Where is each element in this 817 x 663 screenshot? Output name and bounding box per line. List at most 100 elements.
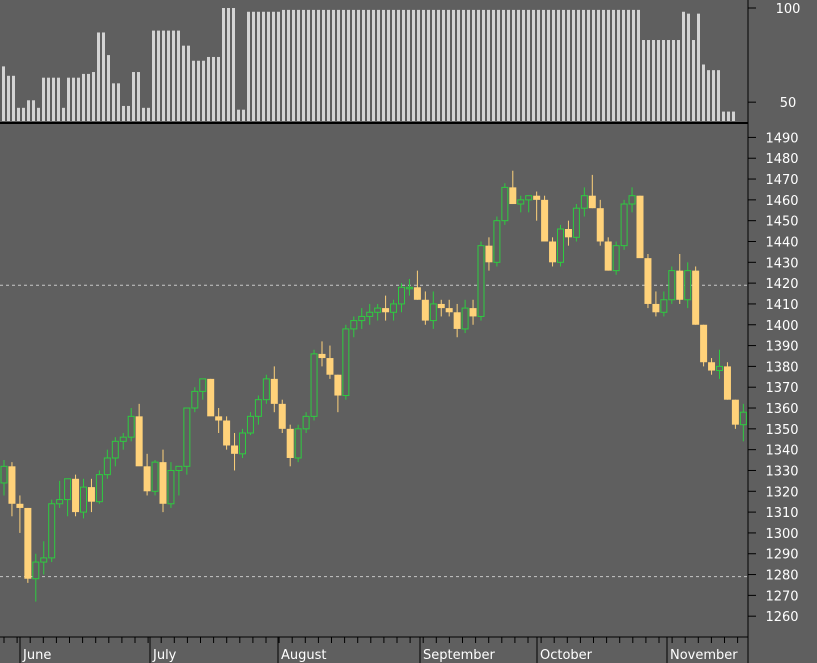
oscillator-bar bbox=[262, 11, 265, 122]
candle-body bbox=[207, 378, 215, 417]
candle-body bbox=[541, 199, 549, 242]
candle bbox=[151, 460, 159, 496]
candle bbox=[80, 478, 87, 519]
candle-body bbox=[692, 270, 700, 325]
price-tick-label: 1410 bbox=[765, 298, 798, 313]
candle bbox=[493, 216, 501, 267]
candle-body bbox=[159, 462, 167, 504]
x-month-label: October bbox=[540, 648, 593, 663]
candle bbox=[700, 324, 708, 367]
oscillator-bar bbox=[547, 9, 550, 122]
oscillator-bar bbox=[627, 9, 630, 122]
candle-body bbox=[716, 365, 723, 372]
oscillator-bar bbox=[562, 9, 565, 122]
oscillator-bar bbox=[107, 55, 110, 122]
oscillator-bar bbox=[77, 77, 80, 121]
candle-body bbox=[0, 465, 8, 484]
candle bbox=[557, 224, 564, 267]
oscillator-bar bbox=[637, 9, 640, 122]
candle bbox=[620, 199, 628, 250]
candle bbox=[716, 349, 723, 379]
price-tick-label: 1340 bbox=[765, 444, 798, 459]
candle bbox=[167, 462, 175, 508]
candle-body bbox=[334, 374, 342, 396]
oscillator-tick-label: 50 bbox=[780, 96, 797, 111]
candle-body bbox=[708, 362, 716, 371]
candle bbox=[731, 399, 739, 429]
x-month-label: November bbox=[670, 648, 738, 663]
candle-body bbox=[254, 399, 262, 417]
oscillator-bar bbox=[587, 9, 590, 122]
oscillator-bar bbox=[277, 11, 280, 122]
oscillator-bar bbox=[712, 70, 715, 121]
price-tick-label: 1450 bbox=[765, 215, 798, 230]
oscillator-bar bbox=[522, 9, 525, 122]
candle bbox=[588, 174, 596, 209]
candle-body bbox=[596, 208, 604, 242]
oscillator-bar bbox=[67, 77, 70, 121]
candle-body bbox=[477, 245, 485, 317]
oscillator-bar bbox=[47, 77, 50, 121]
candle bbox=[668, 266, 676, 304]
candle bbox=[231, 433, 239, 471]
oscillator-bar bbox=[172, 30, 175, 122]
candle-body bbox=[453, 312, 461, 329]
oscillator-bar bbox=[592, 9, 595, 122]
oscillator-bar bbox=[402, 9, 405, 122]
candle-body bbox=[8, 466, 16, 504]
candle-body bbox=[32, 561, 40, 580]
x-month-label: June bbox=[22, 648, 51, 663]
oscillator-panel bbox=[2, 8, 735, 122]
candle bbox=[0, 460, 8, 496]
oscillator-bar bbox=[167, 30, 170, 122]
oscillator-bar bbox=[327, 9, 330, 122]
oscillator-bar bbox=[532, 9, 535, 122]
oscillator-bar bbox=[282, 9, 285, 122]
candle bbox=[87, 478, 95, 513]
candle bbox=[310, 349, 318, 421]
candle-body bbox=[421, 299, 429, 321]
candle bbox=[517, 195, 525, 213]
oscillator-bar bbox=[552, 9, 555, 122]
oscillator-bar bbox=[202, 60, 205, 121]
candle-body bbox=[350, 320, 358, 330]
candle-body bbox=[270, 378, 278, 404]
oscillator-bar bbox=[312, 9, 315, 122]
oscillator-bar bbox=[437, 9, 440, 122]
x-axis: June July August September October November bbox=[3, 637, 738, 663]
oscillator-bar bbox=[662, 40, 665, 122]
candle-body bbox=[262, 378, 270, 401]
oscillator-bar bbox=[647, 40, 650, 122]
oscillator-bar bbox=[407, 9, 410, 122]
reference-lines bbox=[0, 284, 748, 578]
oscillator-bar bbox=[217, 56, 220, 121]
candle-body bbox=[628, 195, 636, 205]
candle-body bbox=[80, 486, 87, 513]
candle bbox=[72, 474, 80, 517]
candle bbox=[485, 237, 493, 271]
oscillator-bar bbox=[97, 32, 100, 121]
candle bbox=[64, 478, 72, 517]
oscillator-bar bbox=[542, 9, 545, 122]
candle-body bbox=[636, 195, 644, 259]
oscillator-bar bbox=[42, 77, 45, 121]
candle bbox=[477, 241, 485, 321]
oscillator-bar bbox=[287, 9, 290, 122]
x-month-label: July bbox=[152, 648, 177, 663]
candle-body bbox=[684, 270, 692, 301]
candle bbox=[326, 345, 334, 379]
candle bbox=[254, 395, 262, 425]
candle-body bbox=[676, 270, 684, 300]
oscillator-bar bbox=[297, 9, 300, 122]
price-tick-label: 1290 bbox=[765, 548, 798, 563]
candle bbox=[652, 291, 660, 317]
candle bbox=[541, 195, 549, 242]
candle-body bbox=[318, 353, 326, 359]
oscillator-bar bbox=[352, 9, 355, 122]
oscillator-bar bbox=[472, 9, 475, 122]
oscillator-bar bbox=[657, 40, 660, 122]
price-tick-label: 1440 bbox=[765, 235, 798, 250]
candle bbox=[175, 465, 183, 496]
price-tick-label: 1420 bbox=[765, 277, 798, 292]
oscillator-bar bbox=[2, 66, 5, 121]
